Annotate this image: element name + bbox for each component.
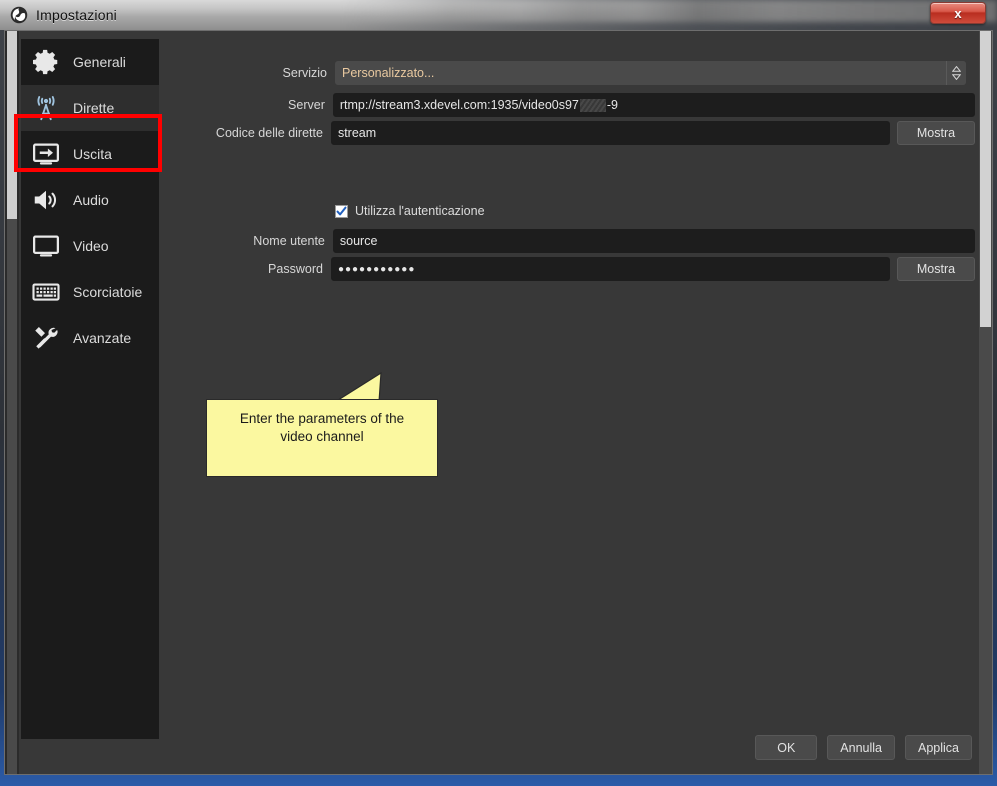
settings-dialog: Generali Dirette Uscita Audio Video Scor… — [4, 30, 993, 775]
username-label: Nome utente — [253, 234, 325, 248]
apply-button[interactable]: Applica — [905, 735, 972, 760]
speaker-icon — [34, 190, 57, 210]
dialog-body: Generali Dirette Uscita Audio Video Scor… — [5, 31, 992, 774]
keyboard-icon — [32, 283, 60, 301]
ok-button[interactable]: OK — [755, 735, 818, 760]
settings-sidebar: Generali Dirette Uscita Audio Video Scor… — [21, 39, 159, 739]
right-scrollbar[interactable] — [979, 31, 992, 774]
password-label: Password — [268, 262, 323, 276]
left-scrollbar-thumb[interactable] — [7, 31, 17, 219]
server-value-suffix: -9 — [606, 98, 619, 112]
sidebar-item-scorciatoie[interactable]: Scorciatoie — [21, 269, 159, 315]
field-row-username: Nome utente source — [175, 229, 975, 253]
window-title: Impostazioni — [36, 7, 117, 23]
server-label: Server — [288, 98, 325, 112]
sidebar-item-audio[interactable]: Audio — [21, 177, 159, 223]
use-auth-checkbox-group[interactable]: Utilizza l'autenticazione — [335, 204, 485, 218]
sidebar-item-label: Video — [73, 238, 109, 254]
sidebar-item-dirette[interactable]: Dirette — [21, 85, 159, 131]
server-value-prefix: rtmp://stream3.xdevel.com:1935/video0s97 — [339, 98, 579, 112]
stream-key-show-button[interactable]: Mostra — [897, 121, 975, 145]
annotation-callout-text: Enter the parameters of the video channe… — [239, 411, 405, 445]
field-row-password: Password ●●●●●●●●●●● Mostra — [175, 257, 975, 281]
use-auth-checkbox[interactable] — [335, 204, 348, 218]
chevron-down-icon — [952, 74, 961, 80]
sidebar-item-label: Scorciatoie — [73, 284, 143, 300]
field-row-use-auth: Utilizza l'autenticazione — [175, 204, 975, 218]
settings-window: Impostazioni x Generali Dirette Uscita A… — [0, 0, 997, 786]
stream-key-label: Codice delle dirette — [215, 126, 323, 140]
annotation-callout: Enter the parameters of the video channe… — [206, 399, 438, 477]
sidebar-item-label: Audio — [73, 192, 109, 208]
service-select[interactable]: Personalizzato... — [335, 61, 966, 85]
left-scrollbar-track[interactable] — [7, 219, 17, 774]
use-auth-label: Utilizza l'autenticazione — [355, 204, 485, 218]
server-redacted-segment — [579, 98, 606, 112]
sidebar-item-avanzate[interactable]: Avanzate — [21, 315, 159, 361]
output-icon — [33, 143, 59, 165]
close-button[interactable]: x — [930, 2, 986, 24]
password-value: ●●●●●●●●●●● — [337, 263, 416, 275]
right-scrollbar-thumb[interactable] — [980, 31, 991, 327]
server-input[interactable]: rtmp://stream3.xdevel.com:1935/video0s97… — [332, 93, 975, 117]
close-icon: x — [954, 5, 962, 21]
obs-logo-icon — [10, 6, 28, 24]
field-row-server: Server rtmp://stream3.xdevel.com:1935/vi… — [175, 93, 975, 117]
dialog-footer: OK Annulla Applica — [755, 735, 972, 760]
field-row-service: Servizio Personalizzato... — [175, 61, 975, 85]
sidebar-item-generali[interactable]: Generali — [21, 39, 159, 85]
service-spinner[interactable] — [946, 61, 966, 85]
password-input[interactable]: ●●●●●●●●●●● — [330, 257, 890, 281]
title-bar-content: Impostazioni — [0, 0, 997, 30]
sidebar-item-uscita[interactable]: Uscita — [21, 131, 159, 177]
sidebar-item-label: Uscita — [73, 146, 112, 162]
sidebar-item-label: Generali — [73, 54, 126, 70]
left-scrollbar[interactable] — [5, 31, 19, 774]
stream-key-value: stream — [337, 126, 377, 140]
chevron-up-icon — [952, 66, 961, 72]
broadcast-icon — [37, 96, 55, 121]
username-input[interactable]: source — [332, 229, 975, 253]
callout-pointer — [335, 372, 382, 402]
checkmark-icon — [336, 206, 347, 215]
cancel-button[interactable]: Annulla — [827, 735, 895, 760]
username-value: source — [339, 234, 378, 248]
sidebar-item-video[interactable]: Video — [21, 223, 159, 269]
tools-icon — [35, 327, 58, 349]
password-show-button[interactable]: Mostra — [897, 257, 975, 281]
gear-icon — [33, 49, 58, 75]
stream-key-input[interactable]: stream — [330, 121, 890, 145]
service-value: Personalizzato... — [342, 66, 435, 80]
field-row-stream-key: Codice delle dirette stream Mostra — [175, 121, 975, 145]
sidebar-item-label: Dirette — [73, 100, 115, 116]
sidebar-item-label: Avanzate — [73, 330, 132, 346]
monitor-icon — [33, 235, 59, 257]
service-label: Servizio — [282, 66, 327, 80]
